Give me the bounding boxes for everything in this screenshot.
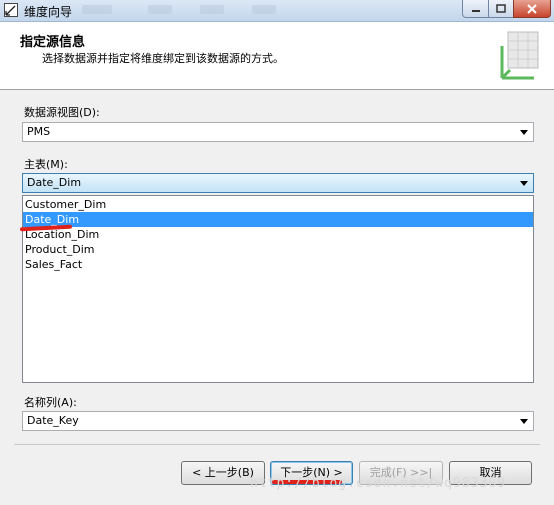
watermark: http://blog.csdn.net/wq983369 bbox=[250, 476, 506, 491]
background-menu-blur bbox=[252, 5, 276, 14]
close-icon bbox=[527, 3, 537, 14]
minimize-icon bbox=[471, 9, 480, 12]
minimize-button[interactable] bbox=[462, 0, 489, 18]
chevron-down-icon[interactable] bbox=[520, 181, 528, 186]
wizard-header: 指定源信息 选择数据源并指定将维度绑定到该数据源的方式。 bbox=[0, 22, 554, 90]
wizard-icon bbox=[4, 3, 18, 17]
name-column-combobox[interactable]: Date_Key bbox=[22, 411, 534, 431]
chevron-down-icon[interactable] bbox=[520, 419, 528, 424]
main-table-label: 主表(M): bbox=[24, 158, 68, 171]
dsv-label: 数据源视图(D): bbox=[24, 106, 100, 119]
background-menu-blur bbox=[148, 5, 172, 14]
list-item[interactable]: Sales_Fact bbox=[23, 257, 533, 272]
list-item[interactable]: Location_Dim bbox=[23, 227, 533, 242]
list-item[interactable]: Product_Dim bbox=[23, 242, 533, 257]
dsv-value: PMS bbox=[27, 125, 51, 138]
name-column-label: 名称列(A): bbox=[24, 396, 77, 409]
list-item[interactable]: Customer_Dim bbox=[23, 197, 533, 212]
maximize-button[interactable] bbox=[488, 0, 514, 18]
chevron-down-icon[interactable] bbox=[520, 130, 528, 135]
background-menu-blur bbox=[200, 5, 224, 14]
list-item-selected[interactable]: Date_Dim bbox=[23, 212, 533, 227]
wizard-body: 数据源视图(D): PMS 主表(M): Date_Dim Customer_D… bbox=[0, 90, 554, 505]
page-subtitle: 选择数据源并指定将维度绑定到该数据源的方式。 bbox=[42, 52, 284, 65]
background-menu-blur bbox=[82, 5, 112, 14]
close-button[interactable] bbox=[513, 0, 551, 18]
window-title: 维度向导 bbox=[24, 5, 73, 19]
page-title: 指定源信息 bbox=[20, 35, 86, 50]
dimension-cube-icon bbox=[500, 31, 539, 80]
dsv-combobox[interactable]: PMS bbox=[22, 122, 534, 142]
main-table-combobox[interactable]: Date_Dim bbox=[22, 173, 534, 193]
main-table-value: Date_Dim bbox=[27, 176, 82, 189]
table-dropdown-list[interactable]: Customer_Dim Date_Dim Location_Dim Produ… bbox=[22, 195, 534, 383]
title-bar: 维度向导 bbox=[0, 0, 554, 22]
maximize-icon bbox=[496, 4, 506, 13]
divider bbox=[14, 444, 540, 445]
name-column-value: Date_Key bbox=[27, 414, 79, 427]
